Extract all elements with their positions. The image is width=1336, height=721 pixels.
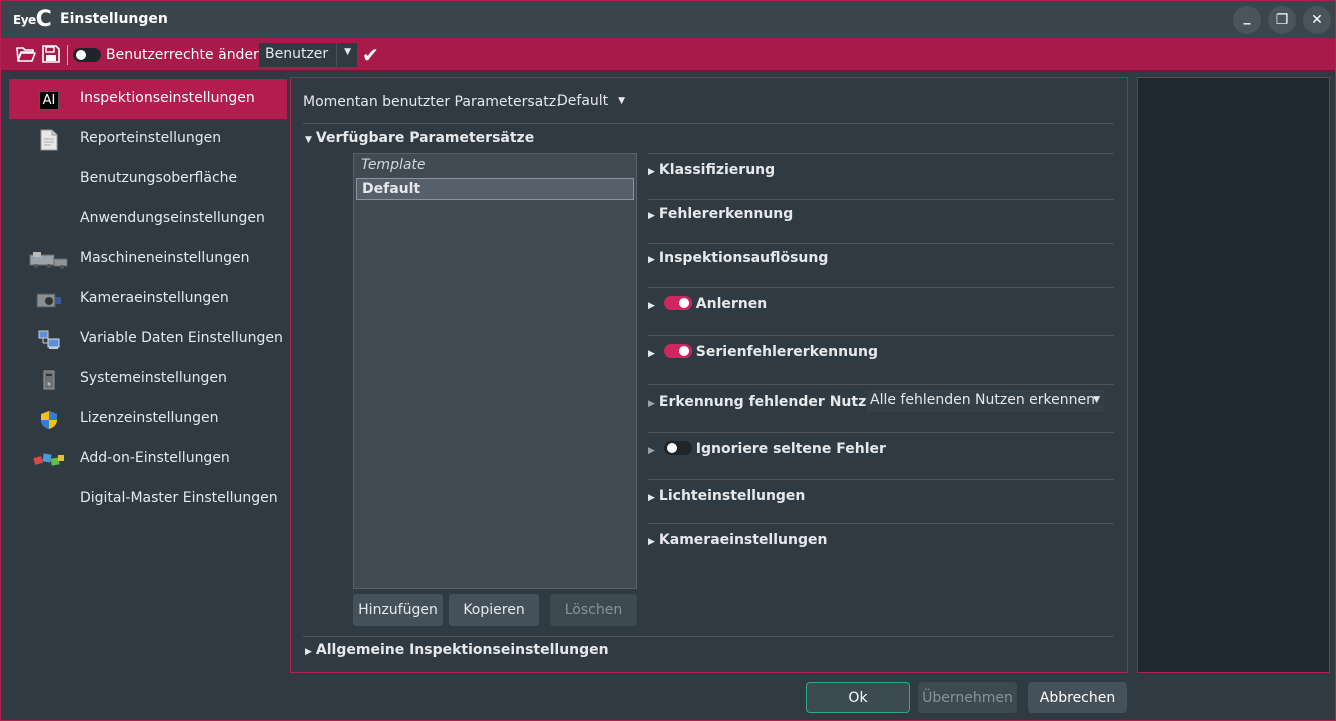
caret-down-icon: ▼ (305, 135, 312, 145)
missing-ups-combo-value: Alle fehlenden Nutzen erkennen (870, 392, 1095, 408)
camera-icon (29, 289, 69, 311)
machine-icon (29, 249, 69, 271)
save-icon[interactable] (41, 45, 61, 63)
section-serial-error[interactable]: ▶ Serienfehlererkennung (648, 336, 1114, 385)
window-title: Einstellungen (60, 11, 168, 27)
cancel-button[interactable]: Abbrechen (1028, 682, 1127, 713)
caret-right-icon: ▶ (648, 399, 655, 409)
copy-button[interactable]: Kopieren (449, 594, 539, 626)
sidebar-item-camera[interactable]: Kameraeinstellungen (9, 279, 287, 319)
general-inspection-header[interactable]: ▶ Allgemeine Inspektionseinstellungen (305, 642, 609, 658)
sidebar-item-digital-master[interactable]: Digital-Master Einstellungen (9, 479, 287, 519)
sidebar-item-inspection[interactable]: AI Inspektionseinstellungen (9, 79, 287, 119)
title-bar: Eye C Einstellungen _ ❐ ✕ (1, 1, 1335, 38)
shield-icon (29, 409, 69, 431)
section-camera-settings[interactable]: ▶ Kameraeinstellungen (648, 524, 1114, 568)
settings-sidebar: AI Inspektionseinstellungen Reporteinste… (9, 79, 287, 519)
caret-right-icon: ▶ (648, 537, 655, 547)
user-combo[interactable]: Benutzer ▼ (259, 43, 357, 67)
chevron-down-icon: ▼ (344, 47, 351, 57)
sidebar-item-label: Reporteinstellungen (80, 130, 222, 146)
add-button[interactable]: Hinzufügen (353, 594, 443, 626)
sidebar-item-machine[interactable]: Maschineneinstellungen (9, 239, 287, 279)
user-rights-toggle[interactable] (73, 48, 101, 62)
sidebar-item-ui[interactable]: Benutzungsoberfläche (9, 159, 287, 199)
user-rights-label: Benutzerrechte ändern (106, 47, 268, 63)
toolbar: Benutzerrechte ändern Benutzer ▼ ✔ (1, 38, 1335, 72)
section-teach-in[interactable]: ▶ Anlernen (648, 288, 1114, 336)
ignore-rare-errors-toggle[interactable] (663, 441, 692, 455)
current-param-value: Default (557, 93, 609, 109)
section-missing-ups[interactable]: ▶ Erkennung fehlender Nutzen Alle fehlend… (648, 385, 1114, 433)
sidebar-item-label: Benutzungsoberfläche (80, 170, 238, 186)
available-params-header[interactable]: ▼ Verfügbare Parametersätze (305, 130, 534, 146)
current-param-label: Momentan benutzter Parametersatz: (303, 94, 561, 110)
sidebar-item-label: Lizenzeinstellungen (80, 410, 219, 426)
preview-panel (1137, 77, 1330, 673)
minimize-button[interactable]: _ (1233, 6, 1261, 34)
sidebar-item-label: Systemeinstellungen (80, 370, 227, 386)
close-button[interactable]: ✕ (1303, 6, 1331, 34)
delete-button[interactable]: Löschen (550, 594, 637, 626)
app-logo: Eye C (13, 9, 52, 31)
open-folder-icon[interactable] (16, 45, 36, 63)
sidebar-item-system[interactable]: Systemeinstellungen (9, 359, 287, 399)
sidebar-item-application[interactable]: Anwendungseinstellungen (9, 199, 287, 239)
section-error-detection[interactable]: ▶ Fehlererkennung (648, 200, 1114, 244)
apply-check-icon[interactable]: ✔ (362, 43, 379, 67)
computer-tower-icon (29, 369, 69, 391)
caret-right-icon: ▶ (648, 446, 655, 456)
toolbar-divider (67, 45, 68, 65)
caret-right-icon: ▶ (648, 493, 655, 503)
list-item[interactable]: Default (356, 178, 634, 200)
param-set-list[interactable]: Template Default (353, 153, 637, 589)
section-inspection-resolution[interactable]: ▶ Inspektionsauflösung (648, 244, 1114, 288)
sidebar-item-label: Anwendungseinstellungen (80, 210, 265, 226)
network-computer-icon (29, 329, 69, 351)
list-item[interactable]: Template (356, 155, 634, 177)
sidebar-item-label: Maschineneinstellungen (80, 250, 250, 266)
ai-icon: AI (29, 89, 69, 111)
missing-ups-combo[interactable]: Alle fehlenden Nutzen erkennen ▼ (866, 390, 1104, 412)
logo-eye-text: Eye (13, 13, 36, 27)
chevron-down-icon: ▼ (1093, 395, 1100, 405)
caret-right-icon: ▶ (648, 211, 655, 221)
user-combo-value: Benutzer (265, 46, 329, 62)
chevron-down-icon: ▼ (618, 96, 625, 106)
close-icon: ✕ (1311, 12, 1323, 28)
current-param-combo[interactable]: Default ▼ (553, 91, 629, 113)
section-classification[interactable]: ▶ Klassifizierung (648, 156, 1114, 200)
sidebar-item-label: Add-on-Einstellungen (80, 450, 230, 466)
divider (303, 123, 1114, 124)
inspection-settings-panel: Momentan benutzter Parametersatz: Defaul… (290, 77, 1128, 673)
document-icon (29, 129, 69, 151)
section-ignore-rare-errors[interactable]: ▶ Ignoriere seltene Fehler (648, 433, 1114, 480)
serial-error-toggle[interactable] (663, 344, 692, 358)
teach-in-toggle[interactable] (663, 296, 692, 310)
caret-right-icon: ▶ (648, 349, 655, 359)
sidebar-item-addons[interactable]: Add-on-Einstellungen (9, 439, 287, 479)
caret-right-icon: ▶ (648, 255, 655, 265)
restore-button[interactable]: ❐ (1268, 6, 1296, 34)
section-light-settings[interactable]: ▶ Lichteinstellungen (648, 480, 1114, 524)
sidebar-item-label: Variable Daten Einstellungen (80, 330, 283, 346)
sidebar-item-label: Digital-Master Einstellungen (80, 490, 278, 506)
divider (303, 636, 1114, 637)
caret-right-icon: ▶ (648, 301, 655, 311)
sidebar-item-variable-data[interactable]: Variable Daten Einstellungen (9, 319, 287, 359)
settings-window: Eye C Einstellungen _ ❐ ✕ Benutzerrechte … (0, 0, 1336, 721)
sidebar-item-label: Inspektionseinstellungen (80, 90, 255, 106)
logo-c-text: C (35, 7, 52, 32)
restore-icon: ❐ (1275, 12, 1289, 28)
sidebar-item-label: Kameraeinstellungen (80, 290, 229, 306)
caret-right-icon: ▶ (648, 167, 655, 177)
ok-button[interactable]: Ok (806, 682, 910, 713)
sidebar-item-license[interactable]: Lizenzeinstellungen (9, 399, 287, 439)
sidebar-item-report[interactable]: Reporteinstellungen (9, 119, 287, 159)
apply-button[interactable]: Übernehmen (918, 682, 1017, 713)
caret-right-icon: ▶ (305, 647, 312, 657)
puzzle-icon (29, 449, 69, 471)
minimize-icon: _ (1243, 9, 1251, 25)
